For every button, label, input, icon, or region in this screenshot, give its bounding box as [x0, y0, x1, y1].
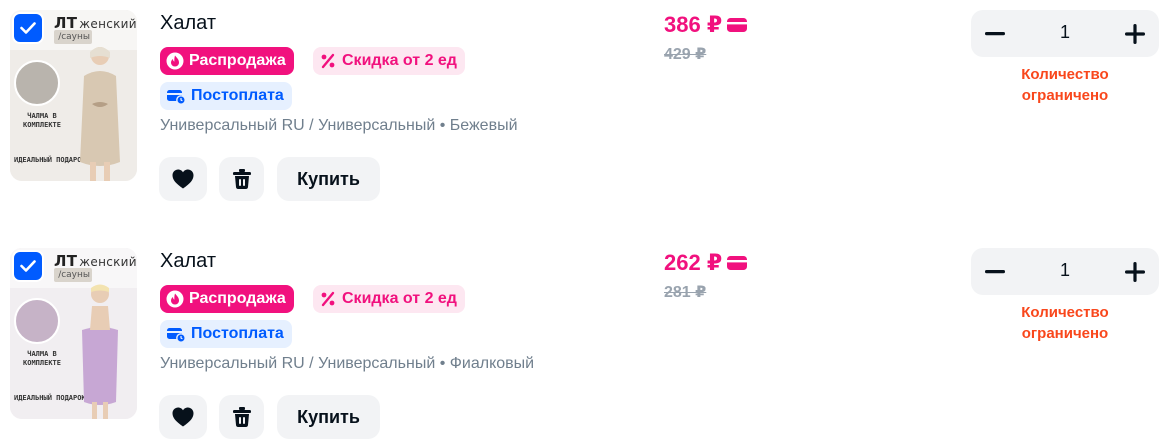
- product-attributes: Универсальный RU / Универсальный • Фиалк…: [160, 355, 535, 372]
- check-icon: [20, 22, 36, 34]
- percent-icon: [321, 291, 335, 307]
- limited-quantity-notice: Количество ограничено: [1021, 66, 1109, 104]
- percent-icon: [321, 53, 335, 69]
- discount-badge[interactable]: Скидка от 2 ед: [313, 285, 465, 313]
- sale-badge-label: Распродажа: [189, 290, 286, 307]
- old-price: 429 ₽: [664, 46, 707, 63]
- quantity-value[interactable]: 1: [1045, 22, 1085, 43]
- minus-icon: [985, 32, 1005, 36]
- cart-item: ЛТ женский /сауны ЧАЛМА В КОМПЛЕКТЕ ИДЕАЛ…: [0, 238, 1161, 439]
- heart-icon: [172, 407, 194, 427]
- image-promo-text: ЧАЛМА В КОМПЛЕКТЕ: [23, 350, 61, 367]
- plus-icon: [1125, 262, 1145, 282]
- card-clock-icon: [167, 90, 186, 105]
- increase-quantity-button[interactable]: [1119, 256, 1151, 288]
- quantity-stepper: 1: [971, 248, 1159, 295]
- product-name[interactable]: Халат: [160, 12, 216, 35]
- postpay-badge-label: Постоплата: [191, 87, 284, 104]
- quantity-value[interactable]: 1: [1045, 260, 1085, 281]
- discount-badge-label: Скидка от 2 ед: [342, 52, 457, 69]
- heart-icon: [172, 169, 194, 189]
- delete-item-button[interactable]: [219, 395, 264, 439]
- fire-icon: [166, 290, 184, 308]
- increase-quantity-button[interactable]: [1119, 18, 1151, 50]
- check-icon: [20, 260, 36, 272]
- trash-icon: [232, 407, 251, 427]
- image-title-small: женский: [79, 255, 137, 269]
- discount-badge-label: Скидка от 2 ед: [342, 290, 457, 307]
- plus-icon: [1125, 24, 1145, 44]
- buy-button[interactable]: Купить: [277, 395, 380, 439]
- image-plate: /сауны: [54, 268, 92, 282]
- image-turban-inset: [14, 298, 60, 344]
- sale-badge: Распродажа: [160, 285, 294, 313]
- select-item-checkbox[interactable]: [12, 250, 44, 282]
- price-with-card: 386 ₽: [664, 12, 748, 38]
- product-model-figure: [82, 284, 118, 419]
- postpay-badge[interactable]: Постоплата: [160, 320, 292, 348]
- add-to-favorites-button[interactable]: [159, 395, 207, 439]
- postpay-badge-label: Постоплата: [191, 325, 284, 342]
- delete-item-button[interactable]: [219, 157, 264, 201]
- product-name[interactable]: Халат: [160, 250, 216, 273]
- decrease-quantity-button[interactable]: [979, 256, 1011, 288]
- image-plate: /сауны: [54, 30, 92, 44]
- minus-icon: [985, 270, 1005, 274]
- postpay-badge[interactable]: Постоплата: [160, 82, 292, 110]
- current-price: 386 ₽: [664, 12, 723, 37]
- image-title-small: женский: [79, 17, 137, 31]
- cart-item: ЛТ женский /сауны ЧАЛМА В КОМПЛЕКТЕ ИДЕАЛ…: [0, 0, 1161, 201]
- image-promo-text: ЧАЛМА В КОМПЛЕКТЕ: [23, 112, 61, 129]
- ozon-card-icon: [727, 256, 748, 270]
- image-turban-inset: [14, 60, 60, 106]
- decrease-quantity-button[interactable]: [979, 18, 1011, 50]
- price-with-card: 262 ₽: [664, 250, 748, 276]
- buy-button[interactable]: Купить: [277, 157, 380, 201]
- product-attributes: Универсальный RU / Универсальный • Бежев…: [160, 117, 518, 134]
- ozon-card-icon: [727, 18, 748, 32]
- card-clock-icon: [167, 328, 186, 343]
- limited-quantity-notice: Количество ограничено: [1021, 304, 1109, 342]
- sale-badge-label: Распродажа: [189, 52, 286, 69]
- add-to-favorites-button[interactable]: [159, 157, 207, 201]
- current-price: 262 ₽: [664, 250, 723, 275]
- discount-badge[interactable]: Скидка от 2 ед: [313, 47, 465, 75]
- fire-icon: [166, 52, 184, 70]
- select-item-checkbox[interactable]: [12, 12, 44, 44]
- sale-badge: Распродажа: [160, 47, 294, 75]
- old-price: 281 ₽: [664, 284, 707, 301]
- trash-icon: [232, 169, 251, 189]
- product-model-figure: [80, 47, 120, 181]
- quantity-stepper: 1: [971, 10, 1159, 57]
